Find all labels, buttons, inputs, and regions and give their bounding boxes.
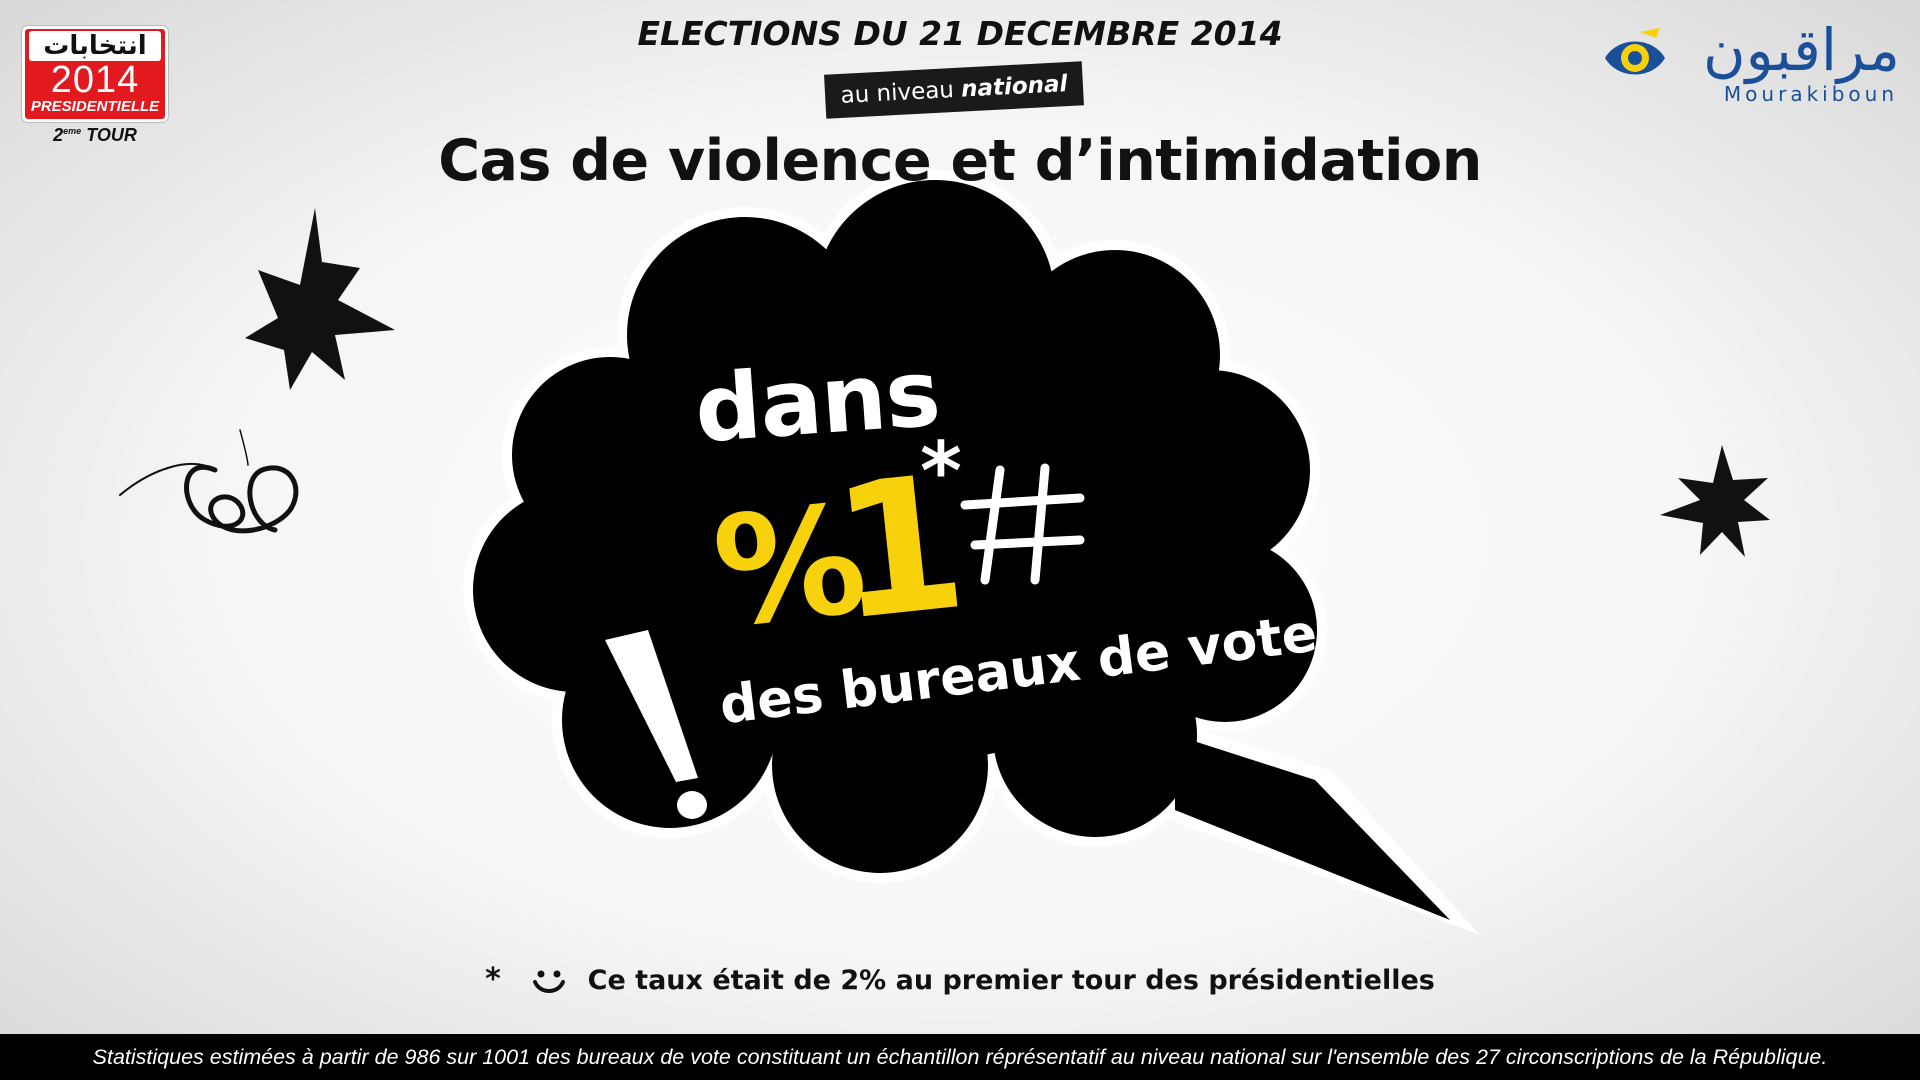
footnote-text: Ce taux était de 2% au premier tour des … [587,965,1435,996]
starburst-icon [245,208,395,390]
badge-year: 2014 [50,59,140,101]
mourakiboun-logo: مراقبون Mourakiboun [1600,16,1900,112]
eye-icon [1605,28,1665,75]
starburst-icon [1660,445,1770,557]
footnote: * Ce taux était de 2% au premier tour de… [0,962,1920,997]
speech-bubble [463,170,1480,935]
logo-arabic-name: مراقبون [1703,16,1900,84]
scribble-icon [119,429,299,534]
smile-icon [533,970,566,993]
main-title: Cas de violence et d’intimidation [438,128,1482,194]
footnote-asterisk: * [485,962,501,997]
badge-kind: PRESIDENTIELLE [30,98,160,115]
methodology-text: Statistiques estimées à partir de 986 su… [92,1045,1828,1069]
methodology-bar: Statistiques estimées à partir de 986 su… [0,1034,1920,1080]
bubble-asterisk: * [920,425,962,518]
level-prefix: au niveau [839,77,955,109]
level-emphasis: national [960,71,1069,103]
logo-latin-name: Mourakiboun [1723,82,1898,106]
